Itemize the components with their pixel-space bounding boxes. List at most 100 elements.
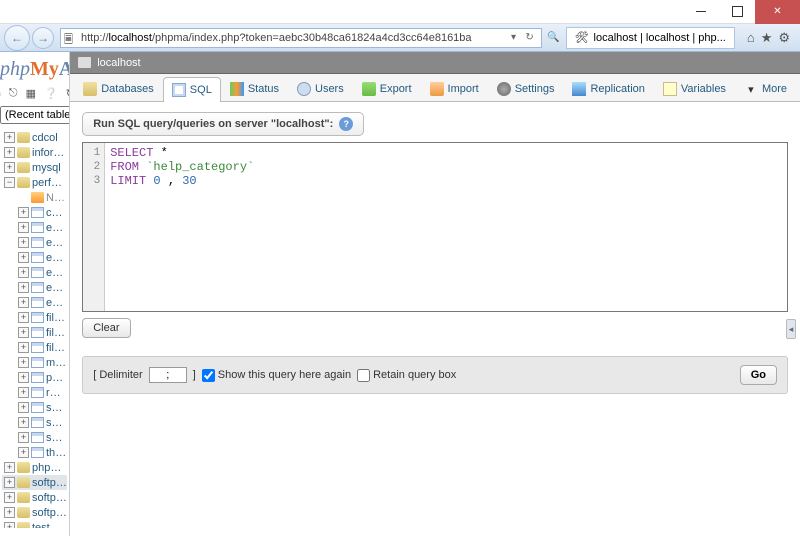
tree-expander[interactable]: + — [18, 372, 29, 383]
tab-export[interactable]: Export — [353, 76, 421, 101]
tree-database-item[interactable]: −performance_schema — [2, 175, 67, 190]
editor-code[interactable]: SELECT * FROM `help_category` LIMIT 0 , … — [105, 143, 259, 311]
sql-editor[interactable]: 1 2 3 SELECT * FROM `help_category` LIMI… — [82, 142, 788, 312]
tree-table-item[interactable]: +setup_consumers — [16, 400, 67, 415]
breadcrumb-server[interactable]: localhost — [97, 57, 140, 69]
window-close-button[interactable]: ✕ — [755, 0, 800, 24]
delimiter-input[interactable] — [149, 367, 187, 383]
tree-table-item[interactable]: +rwlock_instances — [16, 385, 67, 400]
docs-icon[interactable]: ❔ — [44, 87, 58, 100]
retain-checkbox[interactable] — [357, 369, 370, 382]
favorites-icon[interactable]: ★ — [761, 30, 773, 46]
tree-expander[interactable]: + — [4, 477, 15, 488]
export-icon — [362, 82, 376, 96]
tree-database-item[interactable]: +test — [2, 520, 67, 528]
tree-expander[interactable]: + — [18, 417, 29, 428]
browser-forward-button[interactable]: → — [32, 27, 54, 49]
tree-expander[interactable]: + — [4, 162, 15, 173]
tree-expander[interactable]: + — [4, 507, 15, 518]
tab-sql[interactable]: SQL — [163, 77, 221, 102]
tree-new-item[interactable]: New — [16, 190, 67, 205]
tree-table-item[interactable]: +file_summary_by_event_nam — [16, 325, 67, 340]
tree-table-item[interactable]: +cond_instances — [16, 205, 67, 220]
tree-expander[interactable]: + — [18, 222, 29, 233]
tbl-icon — [31, 312, 44, 323]
tree-expander[interactable]: + — [18, 357, 29, 368]
help-icon[interactable]: ? — [339, 117, 353, 131]
addr-dropdown-icon[interactable]: ▾ — [506, 32, 522, 43]
tree-expander[interactable]: + — [18, 237, 29, 248]
search-icon[interactable]: 🔍 — [546, 32, 562, 43]
tree-expander[interactable]: + — [18, 327, 29, 338]
tree-table-item[interactable]: + events_waits_current — [16, 220, 67, 235]
tree-database-item[interactable]: +softpedia — [2, 475, 67, 490]
tab-variables[interactable]: Variables — [654, 76, 735, 101]
tab-replication[interactable]: Replication — [563, 76, 653, 101]
tree-database-item[interactable]: +cdcol — [2, 130, 67, 145]
recent-tables-select[interactable]: (Recent tables) ... — [0, 106, 70, 124]
collapse-panel-handle[interactable]: ◂ — [786, 319, 796, 339]
tree-expander[interactable]: + — [18, 432, 29, 443]
logout-icon[interactable]: ⎋ — [9, 87, 18, 100]
tree-table-item[interactable]: +file_instances — [16, 310, 67, 325]
tree-table-item[interactable]: + events_waits_summary_by_ — [16, 280, 67, 295]
tree-database-item[interactable]: +softpediadb — [2, 490, 67, 505]
tree-expander[interactable]: + — [18, 387, 29, 398]
tree-database-item[interactable]: +softpediatest — [2, 505, 67, 520]
browser-back-button[interactable]: ← — [4, 25, 30, 51]
tree-item-label: events_waits_current — [46, 222, 67, 234]
tree-expander[interactable]: − — [4, 177, 15, 188]
tree-expander[interactable]: + — [4, 492, 15, 503]
tree-expander[interactable]: + — [18, 267, 29, 278]
home-small-icon[interactable]: ⌂ — [0, 87, 1, 100]
tab-settings[interactable]: Settings — [488, 76, 564, 101]
tree-expander[interactable]: + — [18, 312, 29, 323]
tree-table-item[interactable]: +events_waits_history_long — [16, 250, 67, 265]
go-button[interactable]: Go — [740, 365, 777, 385]
tree-table-item[interactable]: +events_waits_summary_glob — [16, 295, 67, 310]
tree-database-item[interactable]: +phpmyadmin — [2, 460, 67, 475]
tree-expander[interactable]: + — [4, 522, 15, 528]
tree-table-item[interactable]: +events_waits_summary_by_ — [16, 265, 67, 280]
show-again-checkbox[interactable] — [202, 369, 215, 382]
clear-button[interactable]: Clear — [82, 318, 130, 338]
tree-expander[interactable]: + — [4, 147, 15, 158]
tree-item-label: events_waits_summary_by_ — [46, 282, 67, 294]
tree-table-item[interactable]: +threads — [16, 445, 67, 460]
tree-expander[interactable]: + — [18, 207, 29, 218]
logo[interactable]: phpMyAdmin — [0, 52, 69, 85]
address-bar[interactable]: 🗏 http://localhost/phpma/index.php?token… — [60, 28, 542, 48]
tree-database-item[interactable]: +mysql — [2, 160, 67, 175]
sidebar-quick-icons: ⌂ ⎋ ▦ ❔ ↻ — [0, 85, 69, 104]
tree-table-item[interactable]: +setup_timers — [16, 430, 67, 445]
db-icon — [17, 132, 30, 143]
show-again-checkbox-label[interactable]: Show this query here again — [202, 369, 351, 382]
tree-expander[interactable]: + — [18, 447, 29, 458]
tree-table-item[interactable]: +file_summary_by_instance — [16, 340, 67, 355]
tab-status[interactable]: Status — [221, 76, 288, 101]
browser-tab[interactable]: 🛠 localhost | localhost | php... — [566, 27, 735, 49]
window-minimize-button[interactable] — [683, 0, 719, 24]
tree-table-item[interactable]: +mutex_instances — [16, 355, 67, 370]
tree-expander[interactable]: + — [18, 252, 29, 263]
window-maximize-button[interactable] — [719, 0, 755, 24]
gear-icon[interactable]: ⚙ — [778, 30, 790, 46]
tab-import[interactable]: Import — [421, 76, 488, 101]
home-icon[interactable]: ⌂ — [747, 30, 755, 46]
tree-expander[interactable]: + — [18, 342, 29, 353]
tab-databases[interactable]: Databases — [74, 76, 163, 101]
tree-expander[interactable]: + — [4, 132, 15, 143]
tree-expander[interactable]: + — [4, 462, 15, 473]
query-window-icon[interactable]: ▦ — [26, 87, 36, 100]
tree-expander[interactable]: + — [18, 282, 29, 293]
tab-users[interactable]: Users — [288, 76, 353, 101]
tree-table-item[interactable]: +performance_timers — [16, 370, 67, 385]
retain-checkbox-label[interactable]: Retain query box — [357, 369, 456, 382]
tree-expander[interactable]: + — [18, 402, 29, 413]
tree-table-item[interactable]: +setup_instruments — [16, 415, 67, 430]
tree-database-item[interactable]: +information_schema — [2, 145, 67, 160]
tree-expander[interactable]: + — [18, 297, 29, 308]
refresh-icon[interactable]: ↻ — [522, 32, 538, 43]
tree-table-item[interactable]: +events_waits_history — [16, 235, 67, 250]
tab-more[interactable]: More — [735, 76, 796, 101]
